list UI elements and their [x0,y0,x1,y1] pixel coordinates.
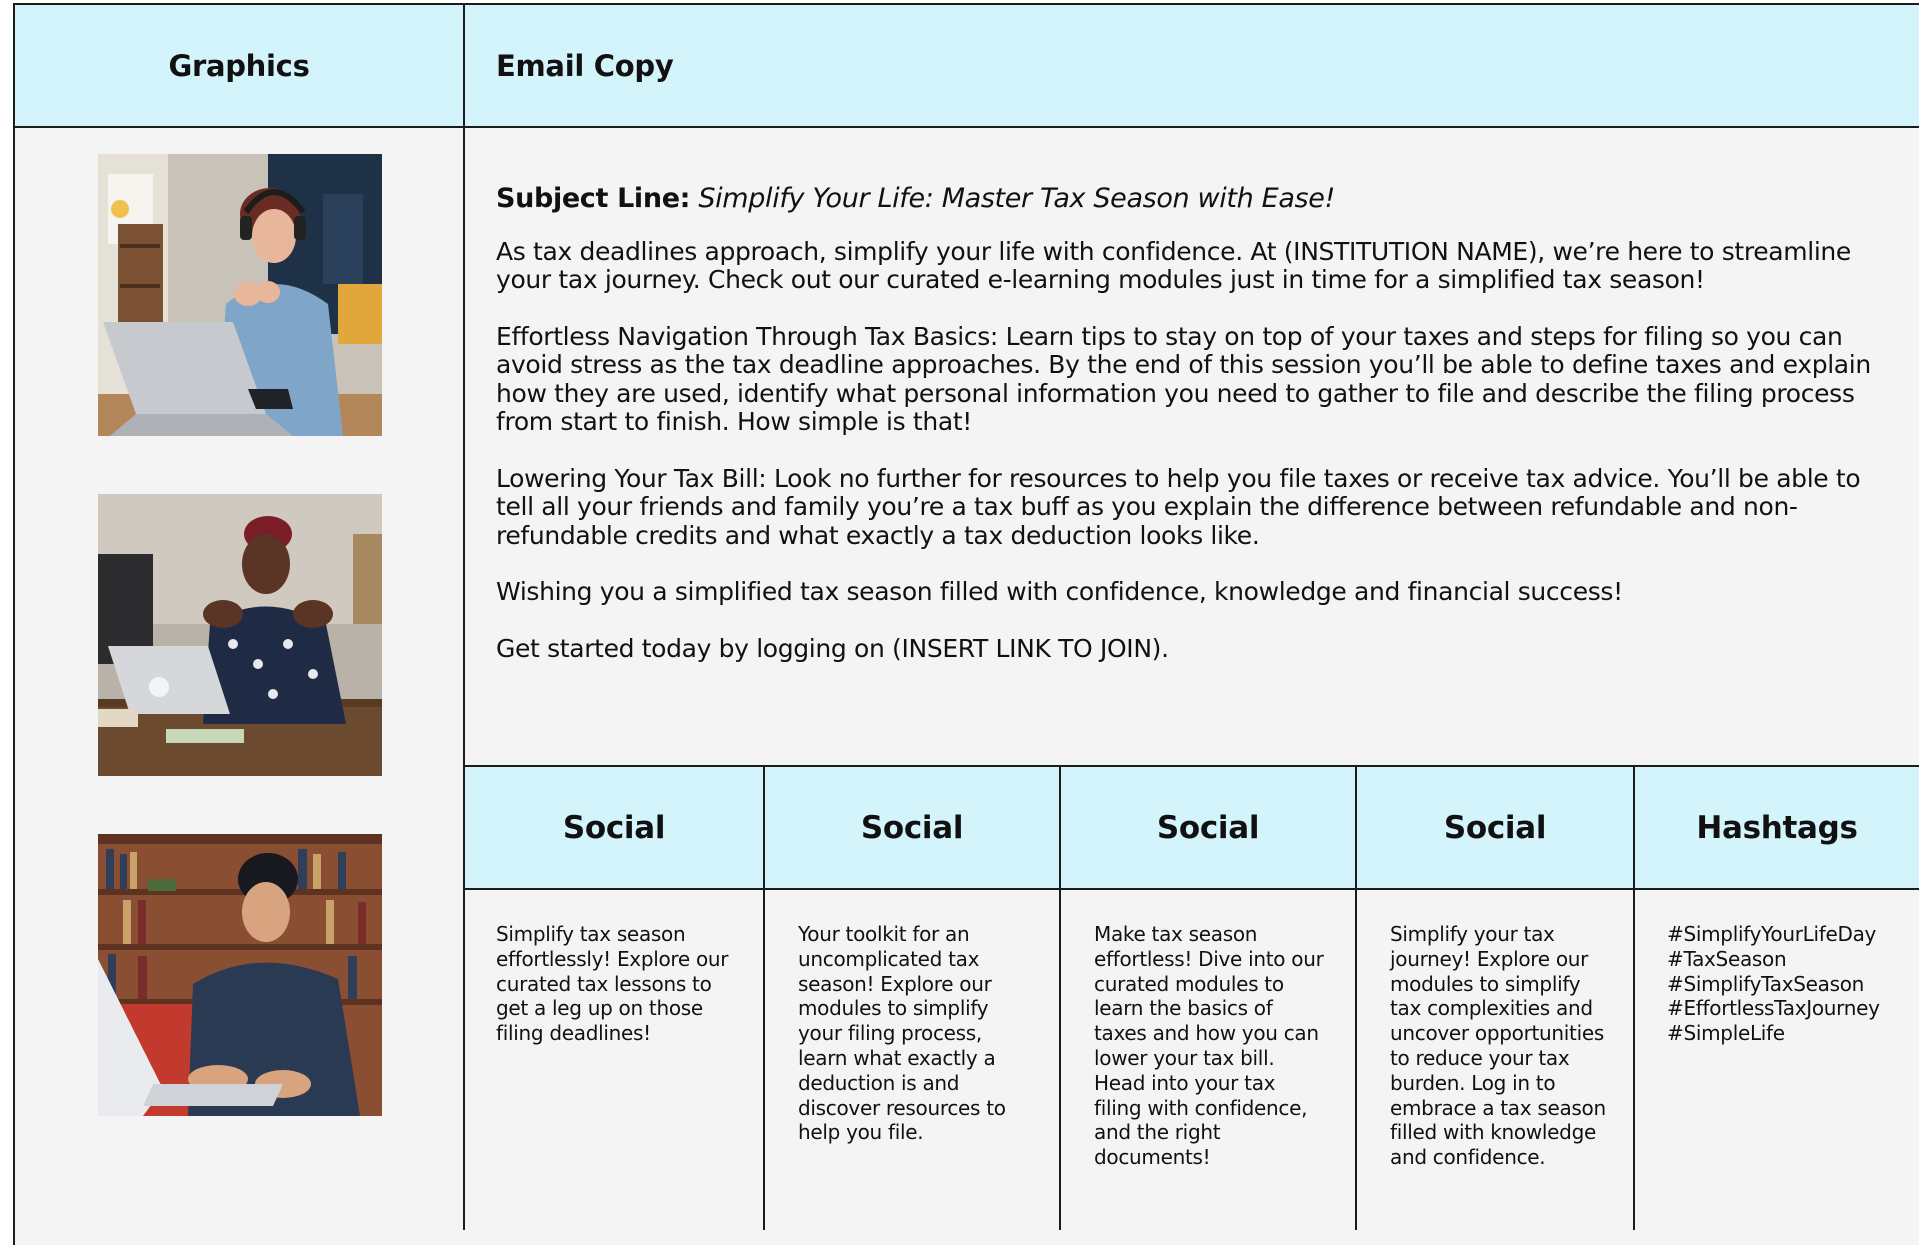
hashtag: #SimpleLife [1667,1021,1785,1046]
email-paragraph: As tax deadlines approach, simplify your… [496,236,1851,294]
email-paragraph: Effortless Navigation Through Tax Basics… [496,321,1871,436]
hashtag-list: #SimplifyYourLifeDay #TaxSeason #Simplif… [1667,922,1907,1046]
graphics-header: Graphics [168,49,310,83]
hashtag: #EffortlessTaxJourney [1667,996,1880,1021]
subject-text: Simplify Your Life: Master Tax Season wi… [698,183,1335,214]
social-header: Social [1443,810,1547,846]
email-copy-header: Email Copy [496,49,674,83]
social-post-3: Make tax season effortless! Dive into ou… [1094,922,1324,1170]
photo-man-laptop-bookshelf [98,834,382,1116]
social-post-4: Simplify your tax journey! Explore our m… [1390,922,1606,1170]
email-copy: Subject Line: Simplify Your Life: Master… [496,183,1886,691]
social-header-cell-2: Social [765,765,1061,890]
email-copy-header-cell: Email Copy [465,5,1919,128]
hashtag: #TaxSeason [1667,946,1787,971]
social-post-2: Your toolkit for an uncomplicated tax se… [798,922,1006,1145]
photo-woman-laptop-table [98,494,382,776]
subject-line: Subject Line: Simplify Your Life: Master… [496,183,1886,214]
email-paragraph: Wishing you a simplified tax season fill… [496,577,1623,606]
hashtags-header: Hashtags [1696,810,1858,846]
social-header: Social [1156,810,1260,846]
social-header-cell-4: Social [1357,765,1635,890]
social-header-cell-1: Social [465,765,765,890]
hashtag: #SimplifyYourLifeDay [1667,922,1877,946]
photo-woman-headphones-laptop [98,154,382,436]
social-header: Social [860,810,964,846]
email-paragraph: Get started today by logging on (INSERT … [496,633,1169,663]
social-header-cell-3: Social [1061,765,1357,890]
graphics-header-cell: Graphics [15,5,465,128]
hashtag: #SimplifyTaxSeason [1667,971,1865,996]
social-header: Social [562,810,666,846]
hashtags-header-cell: Hashtags [1635,765,1919,890]
subject-label: Subject Line: [496,183,691,214]
social-post-1: Simplify tax season effortlessly! Explor… [496,922,729,1046]
email-paragraph: Lowering Your Tax Bill: Look no further … [496,463,1861,550]
